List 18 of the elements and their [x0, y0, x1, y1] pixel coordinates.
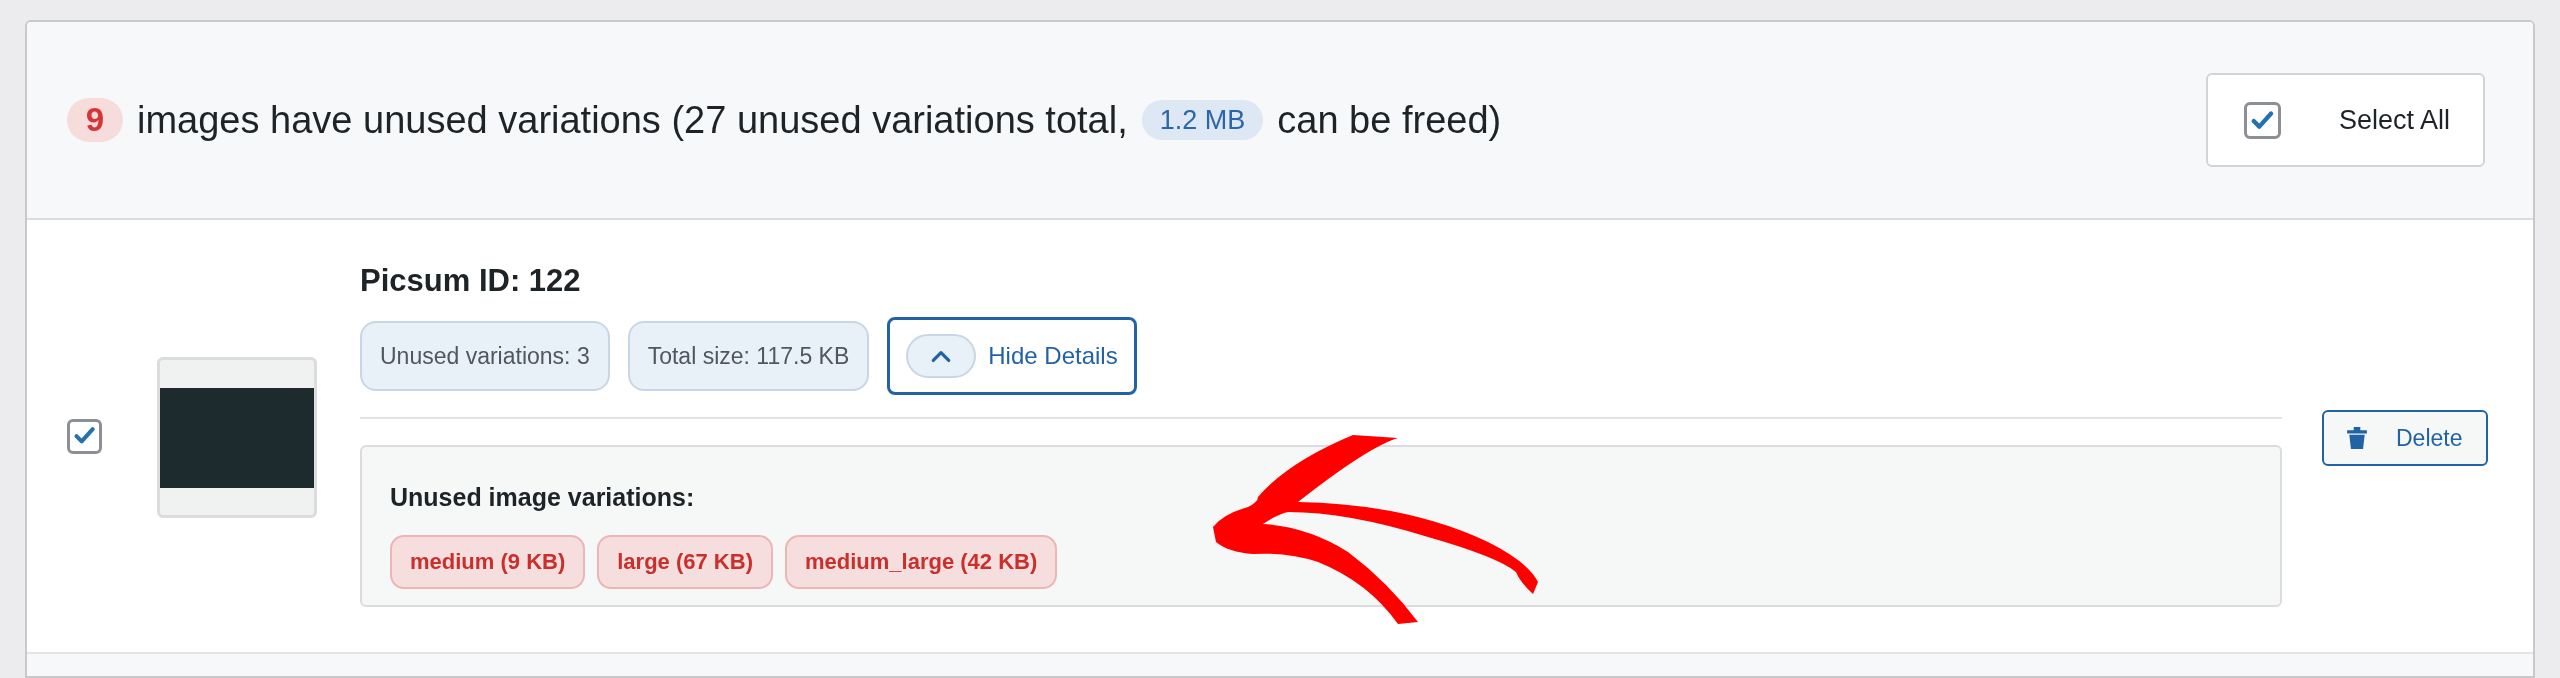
variation-tag: large (67 KB) — [597, 534, 773, 589]
summary-text: can be freed) — [1277, 97, 1502, 143]
details-toggle-button[interactable]: Hide Details — [887, 317, 1137, 395]
trash-icon — [2346, 425, 2368, 451]
details-heading: Unused image variations: — [390, 482, 696, 513]
checkbox[interactable] — [67, 418, 102, 454]
select-all-button[interactable]: Select All — [2206, 73, 2485, 167]
info-pill: Unused variations: 3 — [360, 321, 610, 391]
variation-tag: medium_large (42 KB) — [784, 534, 1058, 589]
delete-button[interactable]: Delete — [2322, 410, 2488, 466]
checkbox[interactable] — [2244, 101, 2281, 139]
summary-text: images have unused variations (27 unused variations total, — [137, 97, 1128, 143]
variation-tag: medium (9 KB) — [390, 534, 586, 589]
count-badge: 9 — [67, 98, 123, 142]
size-badge: 1.2 MB — [1141, 100, 1264, 140]
item-title: Picsum ID: 122 — [360, 263, 582, 299]
chevron-up-icon — [906, 334, 977, 378]
info-pill: Total size: 117.5 KB — [627, 321, 870, 391]
